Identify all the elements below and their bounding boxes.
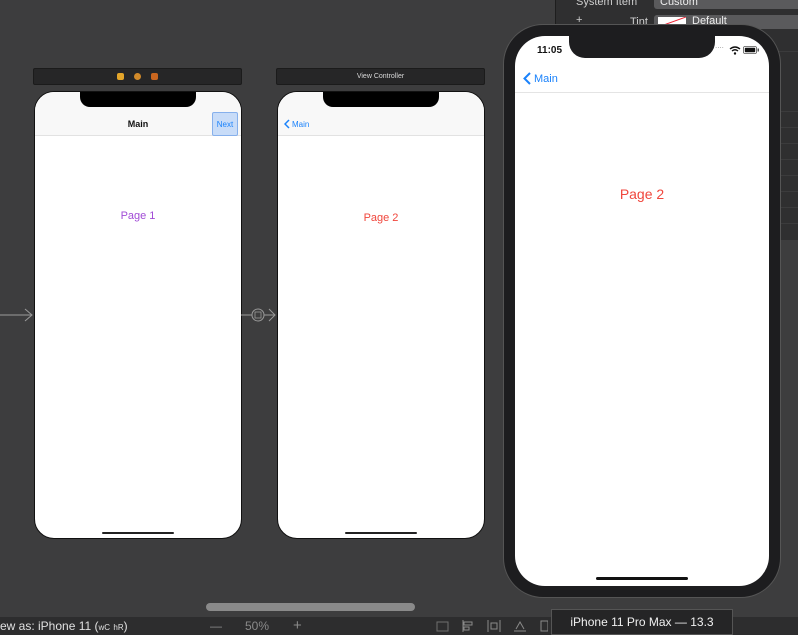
view-as-close: ): [123, 619, 128, 633]
scene-title: View Controller: [356, 73, 405, 80]
view-as-text: ew as: iPhone 11 (: [0, 619, 99, 633]
size-class-w: wC: [98, 623, 111, 632]
system-item-value: Custom: [660, 0, 698, 8]
size-class-h: hR: [113, 623, 124, 632]
device-tooltip: iPhone 11 Pro Max — 13.3: [551, 609, 733, 635]
page-one-label[interactable]: Page 1: [35, 210, 241, 222]
zoom-out-button[interactable]: —: [210, 619, 222, 633]
battery-icon: [743, 46, 759, 54]
add-constraints-icon[interactable]: [487, 620, 501, 632]
home-indicator: [596, 577, 688, 580]
horizontal-scrollbar[interactable]: [206, 603, 415, 611]
scene-view-controller[interactable]: Main Page 2: [277, 91, 485, 539]
home-indicator: [102, 532, 174, 534]
scene-dock[interactable]: View Controller: [276, 68, 485, 85]
scene-dock[interactable]: [33, 68, 242, 85]
home-indicator: [345, 532, 417, 534]
chevron-left-icon: [284, 119, 290, 129]
back-button[interactable]: Main: [284, 119, 309, 129]
system-item-label: System Item: [576, 0, 638, 8]
view-as-button[interactable]: ew as: iPhone 11 (wC hR): [0, 619, 128, 633]
status-time: 11:05: [537, 45, 563, 56]
initial-vc-arrow-icon: [0, 308, 33, 322]
zoom-level[interactable]: 50%: [245, 619, 269, 633]
system-item-popup[interactable]: Custom: [654, 0, 798, 9]
back-button[interactable]: Main: [523, 72, 558, 85]
notch: [80, 92, 196, 107]
simulator-screen[interactable]: 11:05 .... Main Page 2: [515, 36, 769, 586]
show-segue-icon[interactable]: [241, 305, 277, 325]
resolve-issues-icon[interactable]: [513, 620, 527, 632]
back-label: Main: [534, 72, 558, 85]
update-frames-icon[interactable]: [436, 620, 450, 632]
next-button[interactable]: Next: [212, 112, 238, 136]
first-responder-icon[interactable]: [134, 73, 141, 80]
notch: [569, 36, 715, 58]
scene-main[interactable]: Main Next Page 1: [34, 91, 242, 539]
chevron-left-icon: [523, 72, 531, 85]
signal-dots: ....: [715, 41, 724, 50]
nav-separator: [515, 92, 769, 93]
embed-in-icon[interactable]: [540, 620, 548, 632]
page-two-label[interactable]: Page 2: [278, 212, 484, 224]
notch: [323, 92, 439, 107]
align-icon[interactable]: [461, 620, 475, 632]
zoom-in-button[interactable]: +: [293, 617, 302, 634]
view-controller-icon[interactable]: [117, 73, 124, 80]
nav-title: Main: [127, 119, 149, 129]
back-label: Main: [292, 119, 310, 129]
wifi-icon: [729, 46, 741, 55]
page-two-label[interactable]: Page 2: [515, 186, 769, 202]
simulator-device: 11:05 .... Main Page 2: [503, 24, 781, 598]
exit-icon[interactable]: [151, 73, 158, 80]
